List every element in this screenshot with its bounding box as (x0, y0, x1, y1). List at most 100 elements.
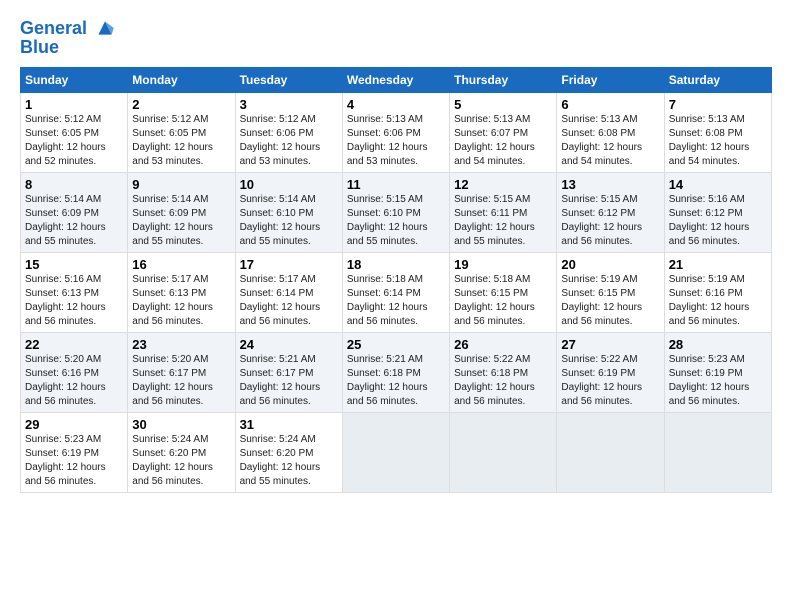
day-info: Sunrise: 5:19 AMSunset: 6:16 PMDaylight:… (669, 274, 750, 327)
day-number: 13 (561, 177, 659, 192)
calendar-cell: 24 Sunrise: 5:21 AMSunset: 6:17 PMDaylig… (235, 333, 342, 413)
day-info: Sunrise: 5:12 AMSunset: 6:06 PMDaylight:… (240, 114, 321, 167)
day-info: Sunrise: 5:15 AMSunset: 6:12 PMDaylight:… (561, 194, 642, 247)
calendar-cell: 27 Sunrise: 5:22 AMSunset: 6:19 PMDaylig… (557, 333, 664, 413)
col-header-thursday: Thursday (450, 68, 557, 93)
calendar-cell: 21 Sunrise: 5:19 AMSunset: 6:16 PMDaylig… (664, 253, 771, 333)
calendar-cell: 19 Sunrise: 5:18 AMSunset: 6:15 PMDaylig… (450, 253, 557, 333)
day-number: 14 (669, 177, 767, 192)
calendar-cell: 18 Sunrise: 5:18 AMSunset: 6:14 PMDaylig… (342, 253, 449, 333)
calendar-cell (450, 413, 557, 493)
logo-text: General (20, 18, 116, 39)
calendar-week-1: 1 Sunrise: 5:12 AMSunset: 6:05 PMDayligh… (21, 93, 772, 173)
calendar-table: SundayMondayTuesdayWednesdayThursdayFrid… (20, 67, 772, 493)
calendar-cell: 12 Sunrise: 5:15 AMSunset: 6:11 PMDaylig… (450, 173, 557, 253)
day-info: Sunrise: 5:20 AMSunset: 6:16 PMDaylight:… (25, 354, 106, 407)
logo: General Blue (20, 18, 116, 57)
day-info: Sunrise: 5:21 AMSunset: 6:17 PMDaylight:… (240, 354, 321, 407)
day-info: Sunrise: 5:18 AMSunset: 6:15 PMDaylight:… (454, 274, 535, 327)
calendar-cell: 8 Sunrise: 5:14 AMSunset: 6:09 PMDayligh… (21, 173, 128, 253)
day-info: Sunrise: 5:14 AMSunset: 6:09 PMDaylight:… (25, 194, 106, 247)
day-info: Sunrise: 5:16 AMSunset: 6:13 PMDaylight:… (25, 274, 106, 327)
calendar-cell: 4 Sunrise: 5:13 AMSunset: 6:06 PMDayligh… (342, 93, 449, 173)
calendar-cell: 20 Sunrise: 5:19 AMSunset: 6:15 PMDaylig… (557, 253, 664, 333)
day-number: 2 (132, 97, 230, 112)
day-info: Sunrise: 5:14 AMSunset: 6:10 PMDaylight:… (240, 194, 321, 247)
day-number: 9 (132, 177, 230, 192)
day-number: 3 (240, 97, 338, 112)
day-number: 29 (25, 417, 123, 432)
calendar-cell: 14 Sunrise: 5:16 AMSunset: 6:12 PMDaylig… (664, 173, 771, 253)
day-info: Sunrise: 5:14 AMSunset: 6:09 PMDaylight:… (132, 194, 213, 247)
day-info: Sunrise: 5:23 AMSunset: 6:19 PMDaylight:… (25, 434, 106, 487)
calendar-cell: 5 Sunrise: 5:13 AMSunset: 6:07 PMDayligh… (450, 93, 557, 173)
day-number: 1 (25, 97, 123, 112)
day-info: Sunrise: 5:24 AMSunset: 6:20 PMDaylight:… (132, 434, 213, 487)
calendar-cell: 23 Sunrise: 5:20 AMSunset: 6:17 PMDaylig… (128, 333, 235, 413)
calendar-cell: 29 Sunrise: 5:23 AMSunset: 6:19 PMDaylig… (21, 413, 128, 493)
day-info: Sunrise: 5:19 AMSunset: 6:15 PMDaylight:… (561, 274, 642, 327)
calendar-cell: 3 Sunrise: 5:12 AMSunset: 6:06 PMDayligh… (235, 93, 342, 173)
calendar-cell: 10 Sunrise: 5:14 AMSunset: 6:10 PMDaylig… (235, 173, 342, 253)
day-number: 11 (347, 177, 445, 192)
day-number: 5 (454, 97, 552, 112)
day-number: 31 (240, 417, 338, 432)
calendar-cell: 31 Sunrise: 5:24 AMSunset: 6:20 PMDaylig… (235, 413, 342, 493)
day-info: Sunrise: 5:20 AMSunset: 6:17 PMDaylight:… (132, 354, 213, 407)
day-number: 12 (454, 177, 552, 192)
col-header-wednesday: Wednesday (342, 68, 449, 93)
day-number: 25 (347, 337, 445, 352)
day-info: Sunrise: 5:15 AMSunset: 6:11 PMDaylight:… (454, 194, 535, 247)
calendar-cell: 17 Sunrise: 5:17 AMSunset: 6:14 PMDaylig… (235, 253, 342, 333)
day-number: 19 (454, 257, 552, 272)
day-info: Sunrise: 5:22 AMSunset: 6:19 PMDaylight:… (561, 354, 642, 407)
calendar-cell: 16 Sunrise: 5:17 AMSunset: 6:13 PMDaylig… (128, 253, 235, 333)
day-info: Sunrise: 5:18 AMSunset: 6:14 PMDaylight:… (347, 274, 428, 327)
calendar-cell: 22 Sunrise: 5:20 AMSunset: 6:16 PMDaylig… (21, 333, 128, 413)
day-number: 15 (25, 257, 123, 272)
calendar-cell (557, 413, 664, 493)
day-info: Sunrise: 5:17 AMSunset: 6:14 PMDaylight:… (240, 274, 321, 327)
calendar-cell: 7 Sunrise: 5:13 AMSunset: 6:08 PMDayligh… (664, 93, 771, 173)
day-number: 10 (240, 177, 338, 192)
calendar-cell: 2 Sunrise: 5:12 AMSunset: 6:05 PMDayligh… (128, 93, 235, 173)
day-info: Sunrise: 5:13 AMSunset: 6:06 PMDaylight:… (347, 114, 428, 167)
day-info: Sunrise: 5:12 AMSunset: 6:05 PMDaylight:… (132, 114, 213, 167)
day-number: 8 (25, 177, 123, 192)
col-header-friday: Friday (557, 68, 664, 93)
calendar-cell: 1 Sunrise: 5:12 AMSunset: 6:05 PMDayligh… (21, 93, 128, 173)
page: General Blue SundayMondayTuesdayWednesda… (0, 0, 792, 503)
day-number: 18 (347, 257, 445, 272)
calendar-cell: 25 Sunrise: 5:21 AMSunset: 6:18 PMDaylig… (342, 333, 449, 413)
day-info: Sunrise: 5:15 AMSunset: 6:10 PMDaylight:… (347, 194, 428, 247)
logo-icon (94, 17, 116, 39)
day-number: 23 (132, 337, 230, 352)
col-header-saturday: Saturday (664, 68, 771, 93)
header-row: SundayMondayTuesdayWednesdayThursdayFrid… (21, 68, 772, 93)
calendar-week-5: 29 Sunrise: 5:23 AMSunset: 6:19 PMDaylig… (21, 413, 772, 493)
day-info: Sunrise: 5:24 AMSunset: 6:20 PMDaylight:… (240, 434, 321, 487)
day-info: Sunrise: 5:13 AMSunset: 6:08 PMDaylight:… (669, 114, 750, 167)
day-number: 6 (561, 97, 659, 112)
calendar-cell: 15 Sunrise: 5:16 AMSunset: 6:13 PMDaylig… (21, 253, 128, 333)
col-header-tuesday: Tuesday (235, 68, 342, 93)
calendar-week-2: 8 Sunrise: 5:14 AMSunset: 6:09 PMDayligh… (21, 173, 772, 253)
day-number: 20 (561, 257, 659, 272)
day-number: 7 (669, 97, 767, 112)
day-info: Sunrise: 5:13 AMSunset: 6:08 PMDaylight:… (561, 114, 642, 167)
calendar-week-4: 22 Sunrise: 5:20 AMSunset: 6:16 PMDaylig… (21, 333, 772, 413)
header: General Blue (20, 18, 772, 57)
calendar-cell: 28 Sunrise: 5:23 AMSunset: 6:19 PMDaylig… (664, 333, 771, 413)
day-number: 16 (132, 257, 230, 272)
day-info: Sunrise: 5:12 AMSunset: 6:05 PMDaylight:… (25, 114, 106, 167)
calendar-cell: 30 Sunrise: 5:24 AMSunset: 6:20 PMDaylig… (128, 413, 235, 493)
day-info: Sunrise: 5:16 AMSunset: 6:12 PMDaylight:… (669, 194, 750, 247)
day-number: 17 (240, 257, 338, 272)
calendar-cell: 13 Sunrise: 5:15 AMSunset: 6:12 PMDaylig… (557, 173, 664, 253)
day-number: 4 (347, 97, 445, 112)
calendar-cell (342, 413, 449, 493)
day-info: Sunrise: 5:17 AMSunset: 6:13 PMDaylight:… (132, 274, 213, 327)
logo-blue: Blue (20, 37, 116, 58)
day-info: Sunrise: 5:23 AMSunset: 6:19 PMDaylight:… (669, 354, 750, 407)
day-number: 21 (669, 257, 767, 272)
